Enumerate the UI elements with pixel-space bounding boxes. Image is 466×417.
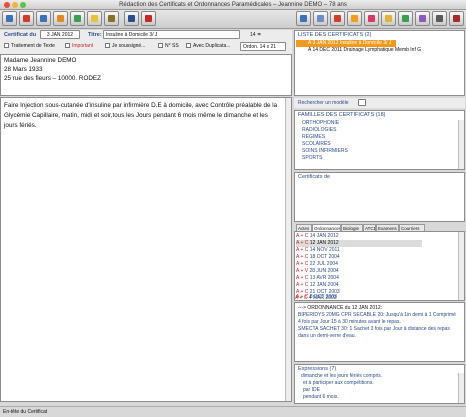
minimize-window-button[interactable] xyxy=(12,2,18,8)
patient-address: 25 rue des fleurs – 10000. RODEZ xyxy=(4,75,101,82)
expression-item[interactable]: et à participer aux compétitions. xyxy=(303,380,374,386)
family-item[interactable]: RADIOLOGIES xyxy=(302,127,336,133)
texte-option[interactable]: Traitement de Texte xyxy=(4,43,55,49)
patient-name: Madame Jeannine DEMO xyxy=(4,57,77,64)
tab-ordonnances[interactable]: Ordonnances xyxy=(312,224,341,231)
certificate-body-editor[interactable]: Faire Injection sous-cutanée d'insuline … xyxy=(0,97,292,402)
families-header: FAMILLES DES CERTIFICATS (18) xyxy=(298,112,386,118)
tab-atcd[interactable]: ATCD xyxy=(363,224,376,231)
family-item[interactable]: REGIMES xyxy=(302,134,325,140)
list-item-selected[interactable]: A + C 12 JAN 2012 xyxy=(296,240,422,247)
list-item[interactable]: A + C 14 NOV 2011 xyxy=(296,247,422,254)
list-item[interactable]: A + C 12 JAN 2004 xyxy=(296,282,422,289)
list-item[interactable]: A + C 18 OCT 2004 xyxy=(296,254,422,261)
preview-line: ---> ORDONNANCE du 12 JAN 2012: xyxy=(298,305,383,311)
search-label: Rechercher un modèle xyxy=(298,100,349,106)
date-label: Certificat du xyxy=(4,32,37,38)
search-row: Rechercher un modèle xyxy=(294,98,465,108)
families-panel: FAMILLES DES CERTIFICATS (18) ORTHOPHONI… xyxy=(294,110,465,170)
history-list: A + C 14 JAN 2012 A + C 12 JAN 2012 A + … xyxy=(294,231,465,301)
status-text: En-tête du Certificat xyxy=(3,409,48,415)
expressions-scrollbar[interactable] xyxy=(458,373,464,403)
list-icon[interactable] xyxy=(415,11,430,26)
important-option[interactable]: Important xyxy=(65,43,93,49)
toolbar xyxy=(0,10,466,29)
soussigne-option[interactable]: Je soussigné... xyxy=(105,43,145,49)
family-item[interactable]: SCOLAIRES xyxy=(302,141,331,147)
title-label: Titre: xyxy=(88,32,102,38)
chart-icon[interactable] xyxy=(330,11,345,26)
patient-birthdate: 28 Mars 1933 xyxy=(4,66,43,73)
key-icon[interactable] xyxy=(104,11,119,26)
body-scrollbar[interactable] xyxy=(285,98,291,401)
expression-item[interactable]: par IDE xyxy=(303,387,320,393)
close-window-button[interactable] xyxy=(4,2,10,8)
certificates-list-header: LISTE DES CERTIFICATS (2) xyxy=(298,32,372,38)
list-item[interactable]: A + C 14 JAN 2012 xyxy=(296,233,422,240)
families-scrollbar[interactable] xyxy=(458,120,464,169)
prescription-preview: ---> ORDONNANCE du 12 JAN 2012: BIPERIDY… xyxy=(294,302,465,362)
duplicata-option[interactable]: Avec Duplicata... xyxy=(186,43,230,49)
format-select[interactable]: Ordon. 14 x 21 xyxy=(240,42,286,51)
edit-icon[interactable] xyxy=(87,11,102,26)
family-item[interactable]: SOINS INFIRMIERS xyxy=(302,148,348,154)
page-indicator[interactable]: 14 ≑ xyxy=(250,32,261,38)
book-icon[interactable] xyxy=(124,11,139,26)
tab-actes[interactable]: Actes xyxy=(296,224,312,231)
folder-icon[interactable] xyxy=(313,11,328,26)
expressions-panel: Expressions (7) dimanche et les jours fé… xyxy=(294,364,465,404)
user-icon[interactable] xyxy=(296,11,311,26)
certificates-of-panel: Certificats de xyxy=(294,172,465,222)
list-item[interactable]: A + C 4 MAR 2003 xyxy=(295,295,421,302)
family-item[interactable]: SPORTS xyxy=(302,155,322,161)
certificate-item-selected[interactable]: A 3 JAN 2012 Insuline à Domicile 3/ J xyxy=(296,40,396,47)
certificates-list-panel: LISTE DES CERTIFICATS (2) A 3 JAN 2012 I… xyxy=(294,30,465,96)
certificate-icon[interactable] xyxy=(19,11,34,26)
settings-icon[interactable] xyxy=(432,11,447,26)
patient-icon[interactable] xyxy=(36,11,51,26)
print-icon[interactable] xyxy=(53,11,68,26)
preview-line: dans un demi-verre d'eau. xyxy=(298,333,356,339)
preview-line: BIPERIDYS 20MG CPR SECABLE 20: Jusqu'à 1… xyxy=(298,312,456,318)
mail-icon[interactable] xyxy=(381,11,396,26)
calendar-icon[interactable] xyxy=(398,11,413,26)
family-item[interactable]: ORTHOPHONIE xyxy=(302,120,339,126)
expression-item[interactable]: pendant 6 mois. xyxy=(303,394,339,400)
window-title: Rédaction des Certificats et Ordonnances… xyxy=(119,2,347,8)
back-icon[interactable] xyxy=(2,11,17,26)
delete-icon[interactable] xyxy=(141,11,156,26)
quit-icon[interactable] xyxy=(449,11,464,26)
certificate-body-text: Faire Injection sous-cutanée d'insuline … xyxy=(4,102,278,129)
expression-item[interactable]: dimanche et les jours fériés compris. xyxy=(301,373,382,379)
search-icon[interactable] xyxy=(358,99,366,106)
certificate-item[interactable]: A 14 DEC 2011 Drainage Lymphatique Memb … xyxy=(308,47,421,53)
tab-examens[interactable]: Examens xyxy=(376,224,399,231)
tab-biologie[interactable]: Biologie xyxy=(341,224,363,231)
window-titlebar: Rédaction des Certificats et Ordonnances… xyxy=(0,0,466,10)
ns-option[interactable]: N° SS xyxy=(158,43,179,49)
certificate-form-header: Certificat du 3 JAN 2012 Titre: Insuline… xyxy=(0,30,292,54)
history-scrollbar[interactable] xyxy=(458,232,464,300)
patient-header[interactable]: Madame Jeannine DEMO 28 Mars 1933 25 rue… xyxy=(0,54,292,96)
list-item[interactable]: A + C 13 AVR 2004 xyxy=(296,275,422,282)
tab-courriers[interactable]: Courriers xyxy=(399,224,425,231)
list-item[interactable]: A + C 22 JUL 2004 xyxy=(296,261,422,268)
title-field[interactable]: Insuline à Domicile 3/ J xyxy=(103,30,240,39)
certificates-of-header: Certificats de xyxy=(298,174,331,180)
list-item[interactable]: A + V 28 JUN 2004 xyxy=(296,268,422,275)
save-icon[interactable] xyxy=(70,11,85,26)
zoom-window-button[interactable] xyxy=(20,2,26,8)
heart-icon[interactable] xyxy=(364,11,379,26)
date-field[interactable]: 3 JAN 2012 xyxy=(40,30,80,39)
preview-line: 4 fois par Jour 15 à 30 minutes avant le… xyxy=(298,319,401,325)
history-tabs: Actes Ordonnances Biologie ATCD Examens … xyxy=(296,224,465,231)
preview-line: SMECTA SACHET 30: 1 Sachet 3 fois par Jo… xyxy=(298,326,450,332)
statusbar: En-tête du Certificat xyxy=(0,406,466,417)
lab-icon[interactable] xyxy=(347,11,362,26)
